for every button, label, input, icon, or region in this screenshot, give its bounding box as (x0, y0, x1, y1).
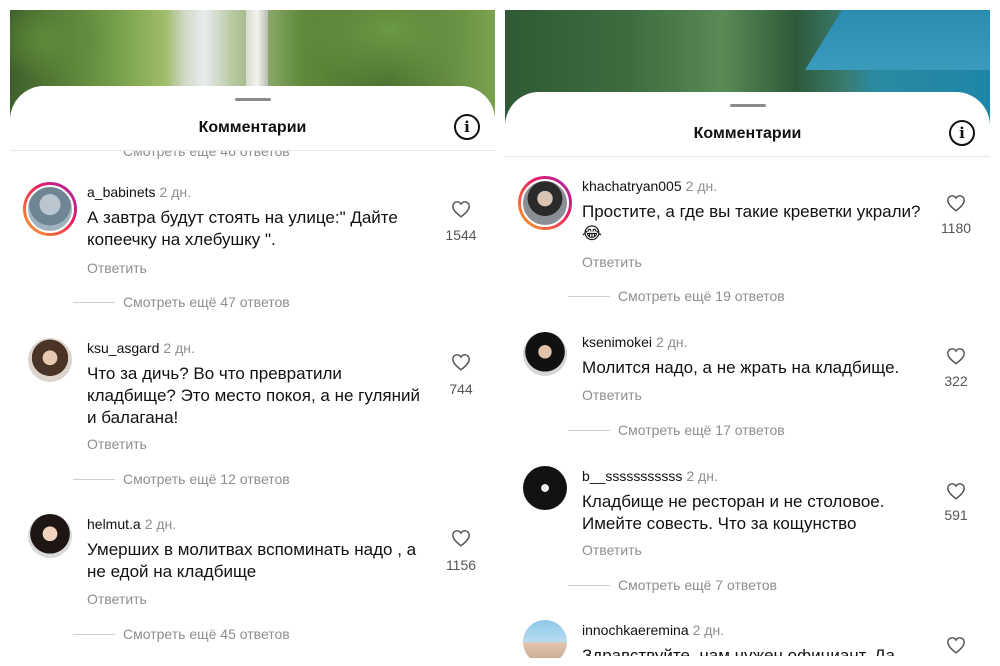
username[interactable]: b__sssssssssss (582, 468, 682, 484)
username[interactable]: ksu_asgard (87, 340, 159, 356)
heart-icon[interactable] (946, 482, 966, 500)
like-count: 744 (449, 381, 473, 397)
timestamp: 2 дн. (656, 334, 688, 350)
comment-meta: innochkaeremina 2 дн. (582, 622, 724, 638)
username[interactable]: khachatryan005 (582, 178, 682, 194)
view-more-replies[interactable]: Смотреть ещё 47 ответов (73, 294, 290, 310)
comment-meta: ksu_asgard 2 дн. (87, 340, 195, 356)
comment-meta: helmut.a 2 дн. (87, 516, 176, 532)
avatar[interactable] (518, 176, 572, 230)
like-count: 1156 (445, 557, 477, 573)
timestamp: 2 дн. (692, 622, 725, 638)
drag-handle[interactable] (234, 98, 271, 101)
reply-button[interactable]: Ответить (582, 542, 642, 558)
heart-icon[interactable] (946, 636, 966, 654)
heart-icon[interactable] (451, 353, 471, 371)
avatar[interactable] (523, 466, 567, 510)
comment-text: А завтра будут стоять на улице:" Дайте к… (87, 208, 398, 249)
reply-button[interactable]: Ответить (87, 436, 147, 452)
username[interactable]: a_babinets (87, 184, 156, 200)
timestamp: 2 дн. (163, 340, 195, 356)
view-more-replies[interactable]: Смотреть ещё 12 ответов (73, 471, 290, 487)
comment-meta: khachatryan005 2 дн. (582, 178, 717, 194)
timestamp: 2 дн. (159, 184, 191, 200)
reply-button[interactable]: Ответить (87, 260, 147, 276)
like-count: 322 (944, 373, 968, 389)
comment-text: Умерших в молитвах вспоминать надо , а н… (87, 540, 417, 581)
info-icon[interactable]: i (454, 114, 480, 140)
cut-off-row: Здравствуйте, нам нужен официант. Да (505, 645, 990, 656)
divider (505, 156, 990, 157)
view-more-replies[interactable]: Смотреть ещё 46 ответов (123, 151, 290, 159)
like-count: 1180 (940, 220, 972, 236)
avatar[interactable] (523, 332, 567, 376)
info-icon[interactable]: i (949, 120, 975, 146)
view-more-replies[interactable]: Смотреть ещё 19 ответов (568, 288, 785, 304)
like-count: 591 (944, 507, 968, 523)
comment-text: Здравствуйте, нам нужен официант. Да (582, 646, 895, 656)
comments-panel-left: Комментарии i Смотреть ещё 46 ответов a_… (10, 10, 495, 658)
timestamp: 2 дн. (685, 178, 718, 194)
reply-button[interactable]: Ответить (582, 254, 642, 270)
avatar[interactable] (23, 182, 77, 236)
view-more-replies[interactable]: Смотреть ещё 17 ответов (568, 422, 785, 438)
cut-off-row: Смотреть ещё 46 ответов (10, 151, 495, 163)
comment-meta: a_babinets 2 дн. (87, 184, 191, 200)
view-more-replies[interactable]: Смотреть ещё 7 ответов (568, 577, 777, 593)
heart-icon[interactable] (946, 347, 966, 365)
username[interactable]: ksenimokei (582, 334, 652, 350)
timestamp: 2 дн. (144, 516, 177, 532)
comments-sheet: Комментарии i Смотреть ещё 46 ответов a_… (10, 86, 495, 658)
comment-text: Молится надо, а не жрать на кладбище. (582, 358, 900, 377)
drag-handle[interactable] (729, 104, 766, 107)
comments-panel-right: Комментарии i khachatryan005 2 дн. Прости… (505, 10, 990, 658)
heart-icon[interactable] (451, 200, 471, 218)
like-count: 1544 (445, 227, 477, 243)
sheet-title: Комментарии (198, 119, 307, 136)
comment-text: Кладбище не ресторан и не столовое. Имей… (582, 492, 885, 533)
heart-icon[interactable] (946, 194, 966, 212)
timestamp: 2 дн. (686, 468, 718, 484)
reply-button[interactable]: Ответить (87, 591, 147, 607)
comment-meta: b__sssssssssss 2 дн. (582, 468, 718, 484)
view-more-replies[interactable]: Смотреть ещё 45 ответов (73, 626, 290, 642)
heart-icon[interactable] (451, 529, 471, 547)
comment-meta: ksenimokei 2 дн. (582, 334, 688, 350)
username[interactable]: innochkaeremina (582, 622, 689, 638)
avatar[interactable] (28, 514, 72, 558)
comment-text: Что за дичь? Во что превратили кладбище?… (87, 364, 420, 427)
comments-sheet: Комментарии i khachatryan005 2 дн. Прости… (505, 92, 990, 658)
username[interactable]: helmut.a (87, 516, 141, 532)
comment-text: Простите, а где вы такие креветки украли… (582, 202, 921, 243)
sheet-title: Комментарии (693, 125, 802, 142)
avatar[interactable] (28, 338, 72, 382)
reply-button[interactable]: Ответить (582, 387, 642, 403)
